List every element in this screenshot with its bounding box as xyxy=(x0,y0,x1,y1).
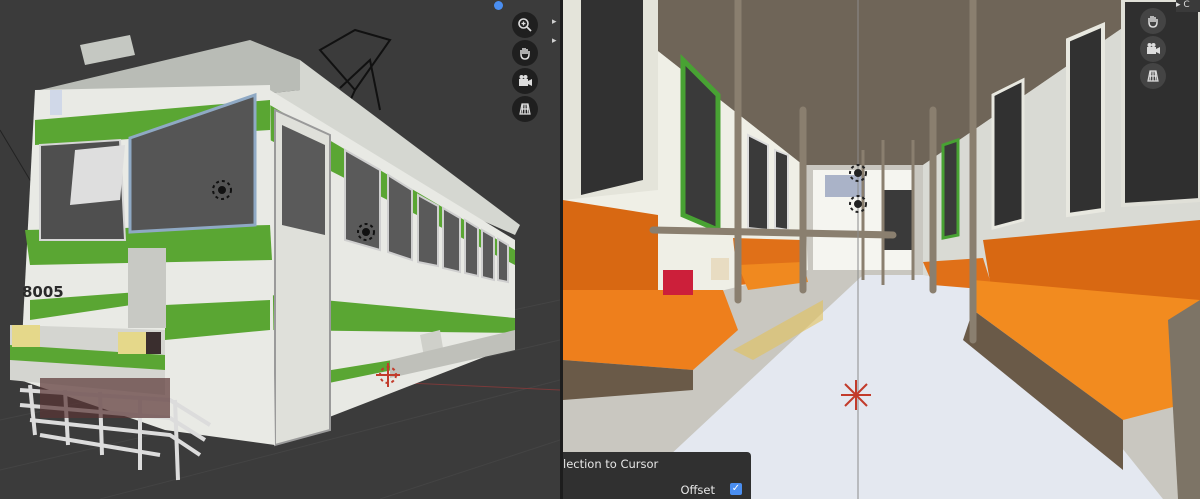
offset-option-label: Offset xyxy=(680,483,715,497)
toolbar-collapse-arrow[interactable]: ▸ xyxy=(552,17,557,27)
right-3d-viewport[interactable] xyxy=(563,0,1200,499)
hand-pan-icon[interactable] xyxy=(512,40,538,66)
tram-number-plate: 8005 xyxy=(22,283,64,301)
camera-icon[interactable] xyxy=(512,68,538,94)
toolbar-collapse-arrow-2[interactable]: ▸ xyxy=(552,36,557,46)
operator-panel-title[interactable]: lection to Cursor xyxy=(563,457,658,471)
header-tab[interactable]: ▸ C xyxy=(1176,0,1200,12)
active-indicator-dot xyxy=(494,1,503,10)
camera-icon[interactable] xyxy=(1140,36,1166,62)
left-3d-viewport[interactable]: 8005 ▸ ▸ xyxy=(0,0,560,499)
hand-pan-icon[interactable] xyxy=(1140,8,1166,34)
offset-checkbox[interactable]: ✓ xyxy=(730,483,742,495)
zoom-icon[interactable] xyxy=(512,12,538,38)
operator-redo-panel[interactable]: lection to Cursor Offset ✓ xyxy=(563,452,751,499)
tram-exterior-scene xyxy=(0,0,560,499)
tram-interior-scene xyxy=(563,0,1200,499)
grid-view-icon[interactable] xyxy=(512,96,538,122)
grid-view-icon[interactable] xyxy=(1140,63,1166,89)
